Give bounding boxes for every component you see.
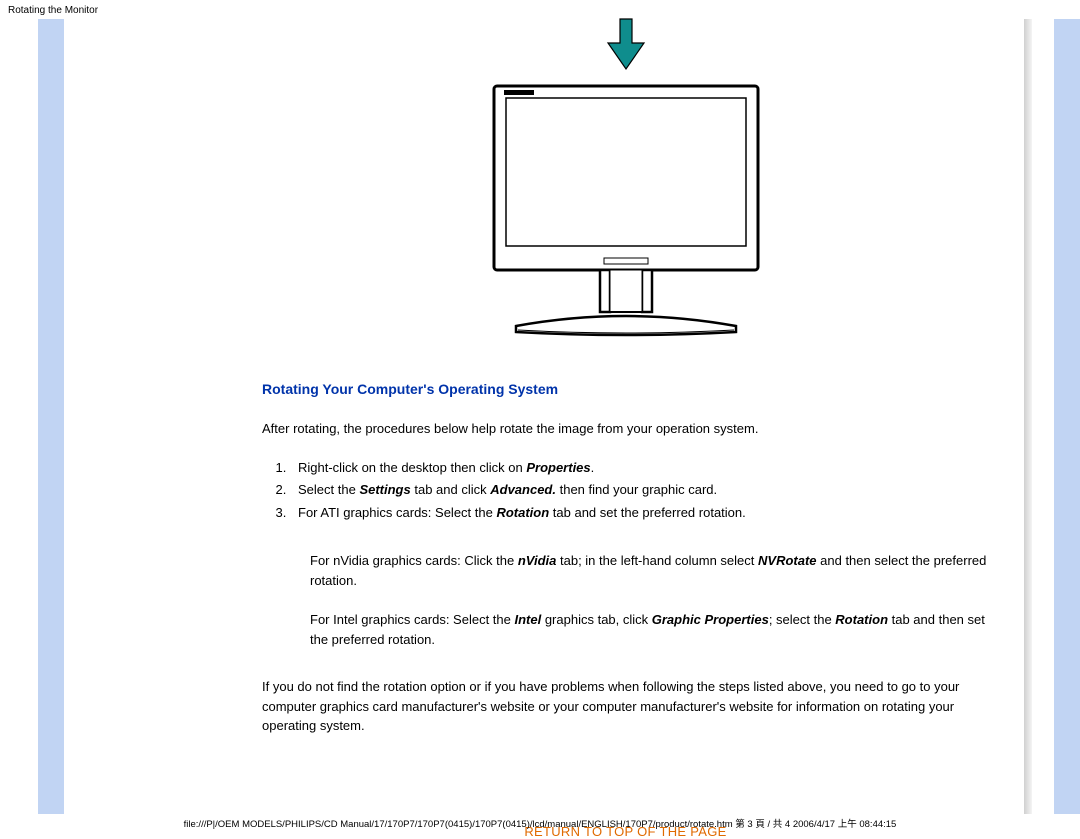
main-content: Rotating Your Computer's Operating Syste… [232,19,1019,814]
intro-text: After rotating, the procedures below hel… [262,419,989,439]
left-accent-bar [38,19,64,814]
monitor-illustration [262,82,989,345]
step-2: Select the Settings tab and click Advanc… [290,481,989,500]
footer-filepath: file:///P|/OEM MODELS/PHILIPS/CD Manual/… [0,816,1080,830]
right-shadow [1024,19,1032,814]
page-body: Rotating Your Computer's Operating Syste… [0,19,1080,814]
nvidia-paragraph: For nVidia graphics cards: Click the nVi… [310,551,989,590]
step-1: Right-click on the desktop then click on… [290,459,989,478]
right-accent-bar [1054,19,1080,814]
steps-list: Right-click on the desktop then click on… [290,459,989,524]
down-arrow-icon [262,17,989,76]
closing-paragraph: If you do not find the rotation option o… [262,677,989,736]
section-heading: Rotating Your Computer's Operating Syste… [262,381,989,397]
intel-paragraph: For Intel graphics cards: Select the Int… [310,610,989,649]
step-3: For ATI graphics cards: Select the Rotat… [290,504,989,523]
